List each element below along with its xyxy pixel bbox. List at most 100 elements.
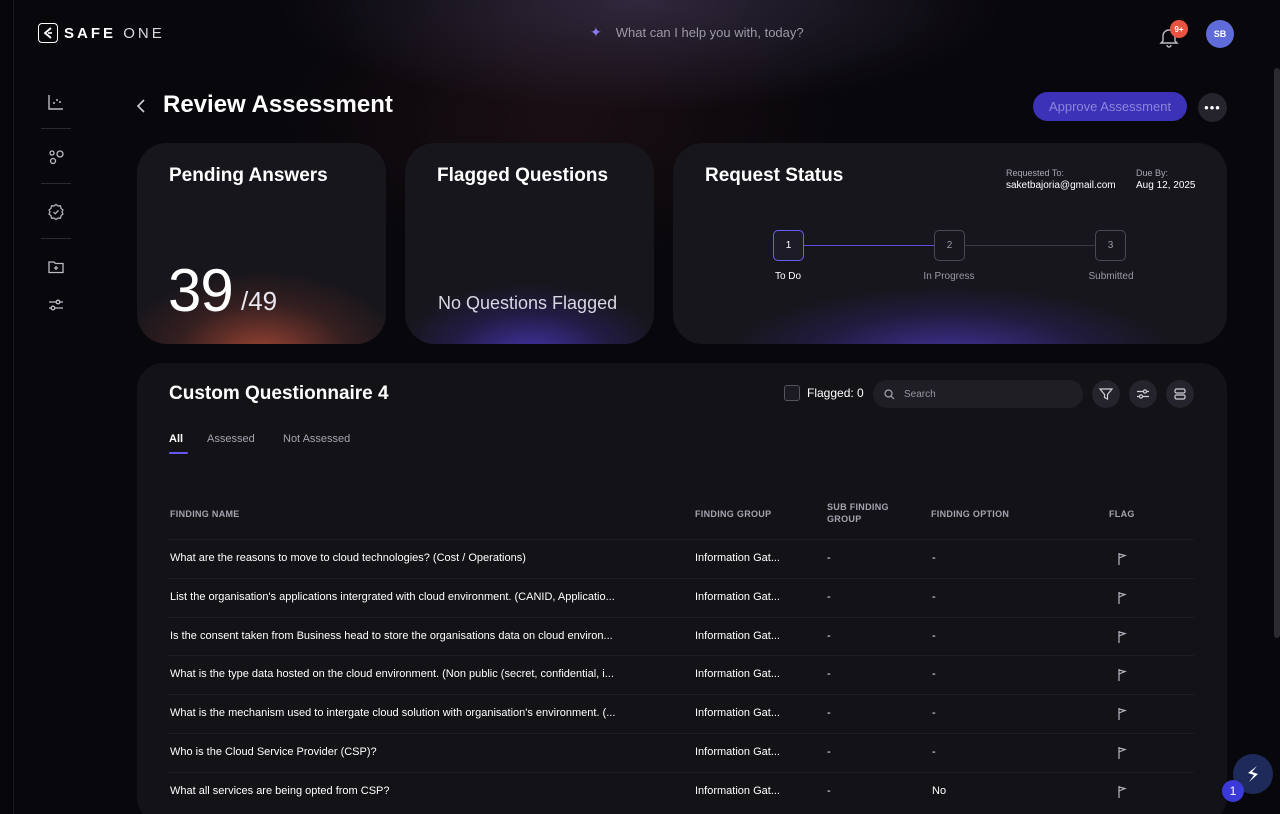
pending-answers-card: Pending Answers 39 /49 [137, 143, 386, 344]
request-status-title: Request Status [705, 165, 844, 186]
sub-finding-group-cell: - [827, 590, 831, 603]
finding-option-cell: - [932, 629, 936, 642]
sub-finding-group-cell: - [827, 746, 831, 758]
column-header-sub-line1: SUB FINDING [827, 502, 889, 512]
table-row[interactable]: Is the consent taken from Business head … [169, 616, 1194, 656]
active-tab-indicator [169, 452, 188, 454]
flagged-empty-text: No Questions Flagged [438, 293, 618, 313]
brand-bolt-icon [1248, 766, 1258, 782]
table-row[interactable]: Who is the Cloud Service Provider (CSP)?… [169, 733, 1194, 772]
finding-name-cell: List the organisation's applications int… [170, 590, 615, 603]
flag-icon[interactable] [1117, 591, 1127, 605]
step-2-label: In Progress [923, 271, 975, 282]
finding-name-cell: Who is the Cloud Service Provider (CSP)? [170, 746, 377, 758]
sliders-icon [49, 299, 63, 311]
sidebar-divider [41, 183, 71, 184]
layout-icon [1174, 388, 1186, 400]
due-date: Aug 12, 2025 [1136, 180, 1196, 191]
requested-to-label: Requested To: [1006, 168, 1064, 178]
flagged-filter[interactable]: Flagged: 0 [784, 385, 864, 401]
questionnaire-title: Custom Questionnaire 4 [169, 383, 389, 404]
assistant-count-badge: 1 [1222, 780, 1244, 802]
sidebar-item-projects[interactable] [44, 255, 68, 279]
sidebar-item-settings[interactable] [44, 200, 68, 224]
table-row[interactable]: What are the reasons to move to cloud te… [169, 539, 1194, 578]
flag-icon[interactable] [1117, 630, 1127, 644]
step-3-label: Submitted [1088, 271, 1134, 282]
finding-option-cell: - [932, 552, 936, 564]
page-title: Review Assessment [163, 91, 393, 118]
brand-logo[interactable]: SAFE ONE [38, 23, 165, 43]
progress-line-active [804, 245, 934, 246]
step-2-box: 2 [934, 230, 965, 261]
back-chevron-icon[interactable] [134, 96, 148, 116]
notification-count-badge: 9+ [1170, 20, 1188, 38]
table-row[interactable]: What all services are being opted from C… [169, 771, 1194, 811]
tab-all[interactable]: All [169, 433, 183, 445]
column-header-sub-line2: GROUP [827, 514, 862, 524]
column-header-flag[interactable]: FLAG [1109, 508, 1135, 520]
flag-icon[interactable] [1117, 552, 1127, 566]
more-options-button[interactable]: ••• [1198, 93, 1227, 122]
flag-icon[interactable] [1117, 746, 1127, 760]
finding-group-cell: Information Gat... [695, 784, 780, 797]
tab-not-assessed[interactable]: Not Assessed [283, 433, 350, 445]
sub-finding-group-cell: - [827, 784, 831, 797]
finding-option-cell: No [932, 784, 947, 797]
filter-icon [1099, 388, 1113, 400]
brand-name: SAFE ONE [64, 24, 165, 42]
finding-name-cell: Is the consent taken from Business head … [170, 629, 613, 642]
gear-badge-icon [48, 203, 64, 221]
sidebar-divider [41, 238, 71, 239]
column-header-finding-option[interactable]: FINDING OPTION [931, 508, 1009, 520]
table-row[interactable]: List the organisation's applications int… [169, 577, 1194, 617]
finding-group-cell: Information Gat... [695, 746, 780, 758]
request-status-card: Request Status Requested To: saketbajori… [673, 143, 1227, 344]
sidebar-item-integrations[interactable] [44, 145, 68, 169]
finding-group-cell: Information Gat... [695, 707, 780, 720]
finding-group-cell: Information Gat... [695, 552, 780, 564]
step-1-box: 1 [773, 230, 804, 261]
flagged-checkbox[interactable] [784, 385, 800, 401]
sidebar-item-analytics[interactable] [44, 90, 68, 114]
chart-icon [48, 95, 63, 110]
filter-button[interactable] [1092, 380, 1120, 408]
finding-option-cell: - [932, 668, 936, 681]
finding-name-cell: What are the reasons to move to cloud te… [170, 552, 526, 564]
adjust-button[interactable] [1129, 380, 1157, 408]
columns-button[interactable] [1166, 380, 1194, 408]
finding-option-cell: - [932, 707, 936, 720]
search-icon [884, 388, 895, 399]
flag-icon[interactable] [1117, 785, 1127, 799]
flagged-questions-title: Flagged Questions [437, 165, 609, 186]
column-header-sub-finding-group[interactable]: SUB FINDING GROUP [827, 501, 889, 525]
column-header-finding-group[interactable]: FINDING GROUP [695, 508, 771, 520]
tab-assessed[interactable]: Assessed [207, 433, 255, 445]
nodes-icon [49, 150, 64, 165]
user-avatar[interactable]: SB [1206, 20, 1234, 48]
search-input[interactable] [904, 388, 1064, 400]
step-3-box: 3 [1095, 230, 1126, 261]
search-box[interactable] [873, 380, 1083, 408]
sparkle-icon: ✦ [590, 24, 602, 40]
assistant-prompt[interactable]: ✦ What can I help you with, today? [590, 24, 804, 41]
table-row[interactable]: What is the mechanism used to intergate … [169, 694, 1194, 733]
pending-answered-count: 39 [168, 257, 234, 324]
sub-finding-group-cell: - [827, 668, 831, 681]
finding-group-cell: Information Gat... [695, 629, 780, 642]
logo-icon [38, 23, 58, 43]
flag-icon[interactable] [1117, 707, 1127, 721]
flagged-questions-card: Flagged Questions No Questions Flagged [405, 143, 654, 344]
flag-icon[interactable] [1117, 668, 1127, 682]
pending-total-count: /49 [241, 286, 278, 316]
finding-name-cell: What is the mechanism used to intergate … [170, 707, 616, 720]
column-header-finding-name[interactable]: FINDING NAME [170, 508, 240, 520]
page-scrollbar[interactable] [1274, 68, 1280, 638]
table-row[interactable]: What is the type data hosted on the clou… [169, 655, 1194, 694]
pending-answers-title: Pending Answers [169, 165, 328, 186]
finding-option-cell: - [932, 746, 936, 758]
sub-finding-group-cell: - [827, 707, 831, 720]
sidebar-item-controls[interactable] [44, 293, 68, 317]
finding-group-cell: Information Gat... [695, 590, 780, 603]
approve-assessment-button[interactable]: Approve Assessment [1033, 92, 1187, 121]
